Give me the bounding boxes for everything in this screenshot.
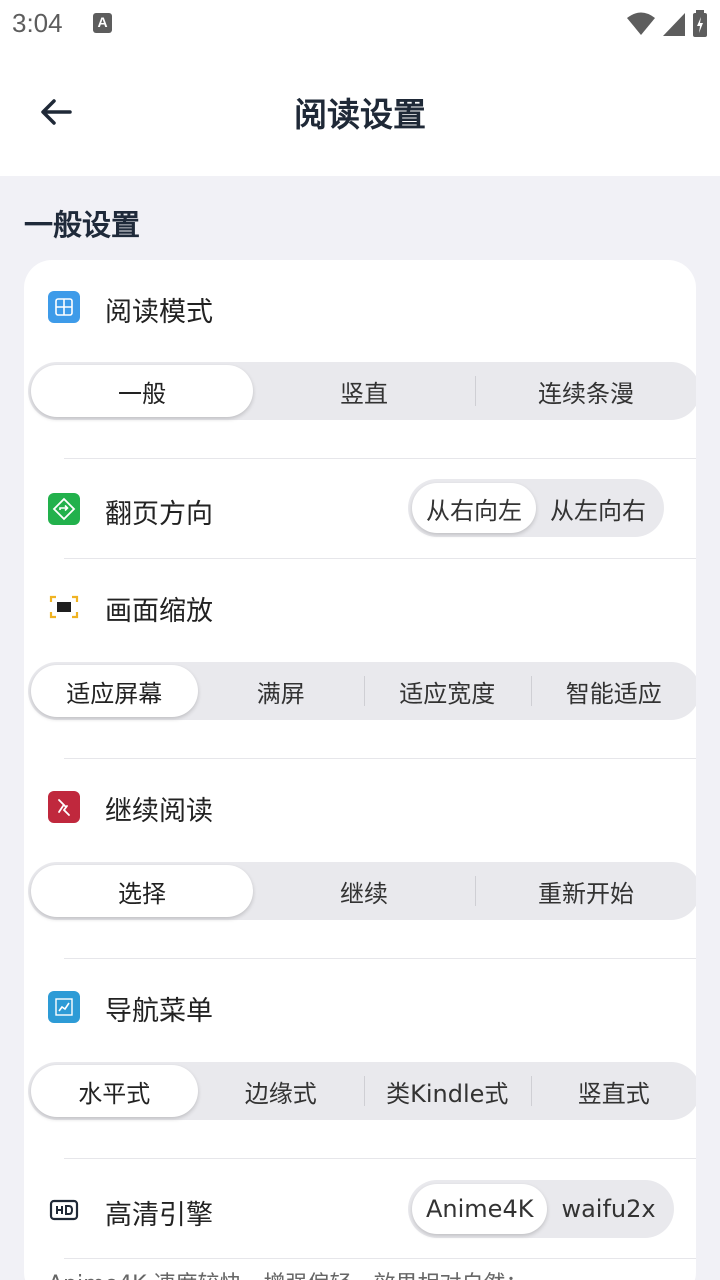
wifi-icon xyxy=(627,12,655,35)
divider xyxy=(64,1158,696,1159)
divider xyxy=(64,458,696,459)
zoom-selector: 适应屏幕 满屏 适应宽度 智能适应 xyxy=(28,662,696,720)
page-title: 阅读设置 xyxy=(294,95,426,134)
book-icon xyxy=(48,291,80,323)
reading-mode-selector: 一般 竖直 连续条漫 xyxy=(28,362,696,420)
nav-menu-row: 导航菜单 xyxy=(24,984,696,1030)
reading-mode-label: 阅读模式 xyxy=(105,297,213,328)
page-direction-row: 翻页方向 从右向左 从左向右 xyxy=(24,479,696,537)
hd-engine-toggle: Anime4K waifu2x xyxy=(408,1180,674,1238)
page-direction-label: 翻页方向 xyxy=(105,499,213,530)
status-icons xyxy=(626,10,708,38)
hd-engine-row: 高清引擎 Anime4K waifu2x xyxy=(24,1180,696,1238)
divider xyxy=(64,1258,696,1259)
continue-reading-label: 继续阅读 xyxy=(105,796,213,827)
section-title: 一般设置 xyxy=(24,208,141,242)
hd-engine-description: Anime4K 速度较快，增强偏轻，效果相对自然； xyxy=(48,1266,528,1280)
zoom-option-fit-width[interactable]: 适应宽度 xyxy=(364,665,531,717)
app-bar: 阅读设置 xyxy=(0,48,720,176)
nav-option-edge[interactable]: 边缘式 xyxy=(198,1065,365,1117)
notification-icon: A xyxy=(93,13,112,33)
reading-mode-option-vertical[interactable]: 竖直 xyxy=(253,365,475,417)
zoom-row: 画面缩放 xyxy=(24,584,696,630)
nav-option-vertical[interactable]: 竖直式 xyxy=(530,1065,697,1117)
settings-card: 阅读模式 一般 竖直 连续条漫 翻页方向 从右向左 从左向右 画面缩放 适应屏幕… xyxy=(24,260,696,1280)
continue-option-restart[interactable]: 重新开始 xyxy=(475,865,696,917)
hd-option-anime4k[interactable]: Anime4K xyxy=(412,1184,548,1234)
nav-option-kindle[interactable]: 类Kindle式 xyxy=(364,1065,531,1117)
screen-zoom-icon xyxy=(48,591,80,623)
continue-option-continue[interactable]: 继续 xyxy=(253,865,475,917)
page-direction-option-ltr[interactable]: 从左向右 xyxy=(536,483,660,533)
chart-icon xyxy=(48,991,80,1023)
hd-option-waifu2x[interactable]: waifu2x xyxy=(547,1184,669,1234)
reading-mode-option-webtoon[interactable]: 连续条漫 xyxy=(475,365,696,417)
status-bar: 3:04 A xyxy=(0,0,720,48)
battery-icon xyxy=(693,10,707,37)
reading-mode-option-normal[interactable]: 一般 xyxy=(31,365,253,417)
page-direction-option-rtl[interactable]: 从右向左 xyxy=(412,483,536,533)
continue-option-choose[interactable]: 选择 xyxy=(31,865,253,917)
direction-icon xyxy=(48,493,80,525)
status-time: 3:04 xyxy=(12,8,63,38)
hd-engine-label: 高清引擎 xyxy=(105,1200,213,1231)
reading-mode-row: 阅读模式 xyxy=(24,284,696,330)
nav-option-horizontal[interactable]: 水平式 xyxy=(31,1065,198,1117)
hd-icon xyxy=(48,1194,80,1226)
page-direction-toggle: 从右向左 从左向右 xyxy=(408,479,664,537)
zoom-option-fill[interactable]: 满屏 xyxy=(198,665,365,717)
continue-reading-selector: 选择 继续 重新开始 xyxy=(28,862,696,920)
zoom-option-fit-screen[interactable]: 适应屏幕 xyxy=(31,665,198,717)
nav-menu-label: 导航菜单 xyxy=(105,996,213,1027)
zoom-label: 画面缩放 xyxy=(105,596,213,627)
zoom-option-smart[interactable]: 智能适应 xyxy=(530,665,697,717)
divider xyxy=(64,958,696,959)
divider xyxy=(64,758,696,759)
signal-icon xyxy=(663,13,685,36)
divider xyxy=(64,558,696,559)
nav-menu-selector: 水平式 边缘式 类Kindle式 竖直式 xyxy=(28,1062,696,1120)
continue-reading-row: 继续阅读 xyxy=(24,784,696,830)
resume-icon xyxy=(48,791,80,823)
